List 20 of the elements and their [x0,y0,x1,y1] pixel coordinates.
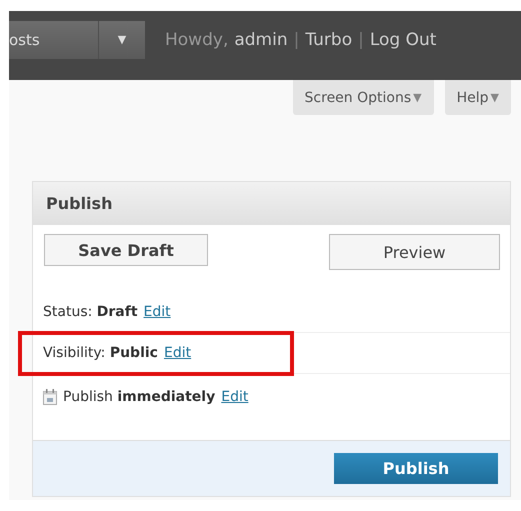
separator: | [294,30,300,50]
nav-link[interactable]: Log Out [370,30,436,50]
preview-button[interactable]: Preview [329,234,500,270]
greeting-text: Howdy, [165,30,228,50]
status-text: Status: Draft [43,304,138,320]
edit-link[interactable]: Edit [144,304,171,320]
separator: | [358,30,364,50]
edit-link[interactable]: Edit [164,345,192,361]
nav-link[interactable]: Turbo [305,30,352,50]
publish-button[interactable]: Publish [334,453,498,484]
calendar-icon [43,389,57,405]
save-draft-button[interactable]: Save Draft [44,234,208,266]
status-text: Visibility: Public [43,345,158,361]
menu-dropdown[interactable]: osts ▼ [9,20,145,58]
box-title: Publish [33,182,510,225]
status-text: Publish immediately [63,389,216,405]
screen-tab[interactable]: Help▼ [444,80,511,115]
edit-link[interactable]: Edit [221,389,248,405]
screen-tab[interactable]: Screen Options▼ [292,80,434,115]
username-link[interactable]: admin [234,30,288,50]
